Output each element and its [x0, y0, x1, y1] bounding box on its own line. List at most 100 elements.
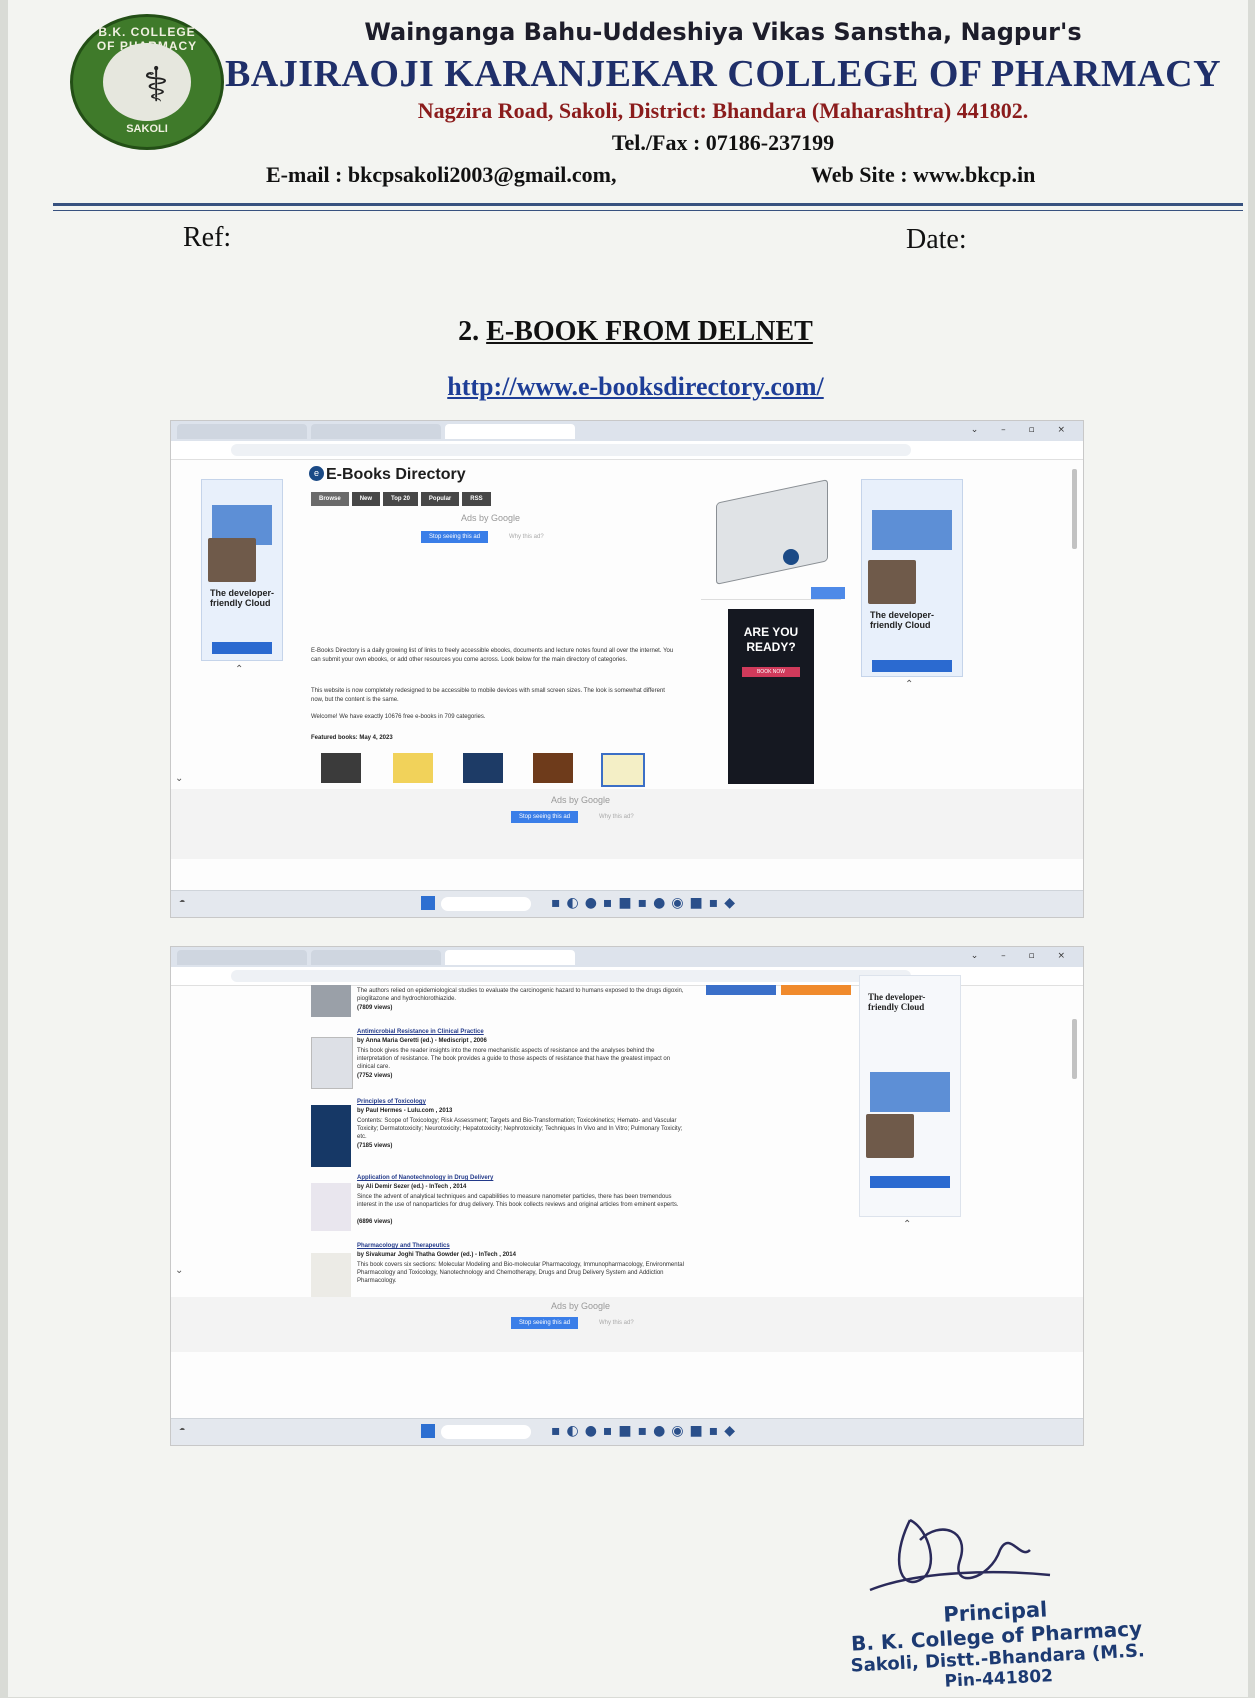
org-name: Wainganga Bahu-Uddeshiya Vikas Sanstha, … [364, 18, 1082, 46]
nav-tab-popular[interactable]: Popular [420, 492, 460, 506]
dark-ad[interactable]: ARE YOU READY? BOOK NOW [728, 609, 814, 784]
book-author: by Ali Demir Sezer (ed.) - InTech , 2014 [357, 1184, 467, 1190]
ad-photo [868, 560, 916, 604]
window-controls[interactable]: ⌄ – ▫ × [971, 425, 1075, 435]
start-icon[interactable] [421, 1424, 435, 1438]
browser-tabbar: ⌄ – ▫ × [171, 947, 1083, 967]
ebook-badge-icon [783, 549, 799, 565]
browser-tab[interactable] [311, 424, 441, 439]
chevron-up-icon[interactable]: ⌃ [235, 664, 243, 675]
ad-cta-button[interactable] [212, 642, 272, 654]
ad-photo [866, 1114, 914, 1158]
header-rule-thin [53, 210, 1243, 211]
stop-seeing-ad-button[interactable]: Stop seeing this ad [511, 811, 579, 823]
why-this-ad-link[interactable]: Why this ad? [599, 811, 634, 823]
open-book-image [716, 479, 828, 585]
book-cover[interactable] [311, 1183, 351, 1231]
chevron-down-icon[interactable]: ⌄ [175, 773, 183, 784]
url-field[interactable] [231, 970, 911, 982]
ads-by-google: Ads by Google [461, 513, 521, 523]
nav-tab-browse[interactable]: Browse [311, 492, 349, 506]
why-this-ad-link[interactable]: Why this ad? [509, 531, 544, 543]
weather-widget[interactable]: ☁ [179, 1425, 185, 1432]
chevron-up-icon[interactable]: ⌃ [905, 679, 913, 690]
ad-headline: The developer-friendly Cloud [870, 610, 935, 630]
book-title-link[interactable]: Principles of Toxicology [357, 1099, 426, 1105]
chevron-up-icon[interactable]: ⌃ [903, 1219, 911, 1230]
url-field[interactable] [231, 444, 911, 456]
browser-tabbar: ⌄ – ▫ × [171, 421, 1083, 441]
book-cover[interactable] [311, 1037, 353, 1089]
browser-tab-active[interactable] [445, 424, 575, 439]
nav-tab-rss[interactable]: RSS [462, 492, 491, 506]
featured-book-thumb[interactable] [533, 753, 573, 783]
featured-book-thumb[interactable] [393, 753, 433, 783]
logo-emblem: ⚕ [103, 43, 191, 121]
book-title-link[interactable]: Application of Nanotechnology in Drug De… [357, 1175, 493, 1181]
scrollbar[interactable] [1072, 1019, 1077, 1079]
book-views: (7185 views) [357, 1143, 393, 1149]
intro-text: E-Books Directory is a daily growing lis… [311, 648, 674, 663]
ads-by-google: Ads by Google [551, 795, 611, 805]
search-icon[interactable] [811, 587, 845, 599]
section-number: 2. [458, 316, 480, 347]
left-side-ad[interactable]: The developer-friendly Cloud [201, 479, 283, 661]
featured-book-thumb[interactable] [601, 753, 645, 787]
book-desc: Contents: Scope of Toxicology; Risk Asse… [357, 1118, 683, 1140]
taskbar-search[interactable] [441, 897, 531, 911]
book-cover[interactable] [311, 1105, 351, 1167]
share-button[interactable] [706, 985, 776, 995]
ad-headline: The developer-friendly Cloud [210, 588, 275, 608]
nav-tab-new[interactable]: New [351, 492, 381, 506]
stop-seeing-ad-button[interactable]: Stop seeing this ad [511, 1317, 579, 1329]
book-now-button[interactable]: BOOK NOW [742, 667, 800, 677]
book-views: (7752 views) [357, 1073, 393, 1079]
featured-heading: Featured books: May 4, 2023 [311, 735, 393, 741]
book-title-link[interactable]: Antimicrobial Resistance in Clinical Pra… [357, 1029, 484, 1035]
stop-seeing-ad-button[interactable]: Stop seeing this ad [421, 531, 489, 543]
principal-stamp: Principal B. K. College of Pharmacy Sako… [820, 1591, 1174, 1698]
right-side-ad[interactable]: The developer-friendly Cloud [861, 479, 963, 677]
featured-book-thumb[interactable] [321, 753, 361, 783]
ad-photo [208, 538, 256, 582]
window-controls[interactable]: ⌄ – ▫ × [971, 951, 1075, 961]
address-bar [171, 441, 1083, 460]
book-cover[interactable] [311, 1253, 351, 1297]
right-side-ad[interactable]: The developer-friendly Cloud [859, 975, 961, 1217]
book-cover[interactable] [311, 985, 351, 1017]
browser-tab[interactable] [177, 950, 307, 965]
chevron-down-icon[interactable]: ⌄ [175, 1265, 183, 1276]
featured-book-thumb[interactable] [463, 753, 503, 783]
book-views: (7809 views) [357, 1005, 393, 1011]
ebooks-logo-icon: e [309, 466, 324, 481]
browser-tab[interactable] [311, 950, 441, 965]
website: Web Site : www.bkcp.in [811, 162, 1036, 187]
browser-screenshot-2: ⌄ – ▫ × The authors relied on epidemiolo… [170, 946, 1084, 1446]
scrollbar[interactable] [1072, 469, 1077, 549]
share-button[interactable] [781, 985, 851, 995]
email: E-mail : bkcpsakoli2003@gmail.com, [266, 162, 617, 187]
browser-tab[interactable] [177, 424, 307, 439]
book-author: by Paul Hermes - Lulu.com , 2013 [357, 1108, 453, 1114]
why-this-ad-link[interactable]: Why this ad? [599, 1317, 634, 1329]
taskbar: ☁ ▪◐●▪■▪●◉■▪◆ [171, 890, 1083, 917]
header-rule [53, 203, 1243, 206]
weather-widget[interactable]: ☁ [179, 897, 185, 904]
section-url[interactable]: http://www.e-booksdirectory.com/ [8, 372, 1255, 402]
pinned-apps[interactable]: ▪◐●▪■▪●◉■▪◆ [551, 895, 741, 911]
browser-tab-active[interactable] [445, 950, 575, 965]
book-author: by Anna Maria Geretti (ed.) - Mediscript… [357, 1038, 487, 1044]
tel-fax: Tel./Fax : 07186-237199 [611, 130, 835, 155]
ad-cta-button[interactable] [870, 1176, 950, 1188]
nav-tab-top20[interactable]: Top 20 [383, 492, 418, 506]
section-title: 2. E-BOOK FROM DELNET [8, 316, 1255, 348]
pinned-apps[interactable]: ▪◐●▪■▪●◉■▪◆ [551, 1423, 741, 1439]
book-title-link[interactable]: Pharmacology and Therapeutics [357, 1243, 450, 1249]
start-icon[interactable] [421, 896, 435, 910]
ad-banner [872, 510, 952, 550]
book-author: by Sivakumar Joghi Thatha Gowder (ed.) -… [357, 1252, 516, 1258]
taskbar-search[interactable] [441, 1425, 531, 1439]
ad-cta-button[interactable] [872, 660, 952, 672]
ad-banner [870, 1072, 950, 1112]
section-title-text: E-BOOK FROM DELNET [486, 316, 813, 347]
